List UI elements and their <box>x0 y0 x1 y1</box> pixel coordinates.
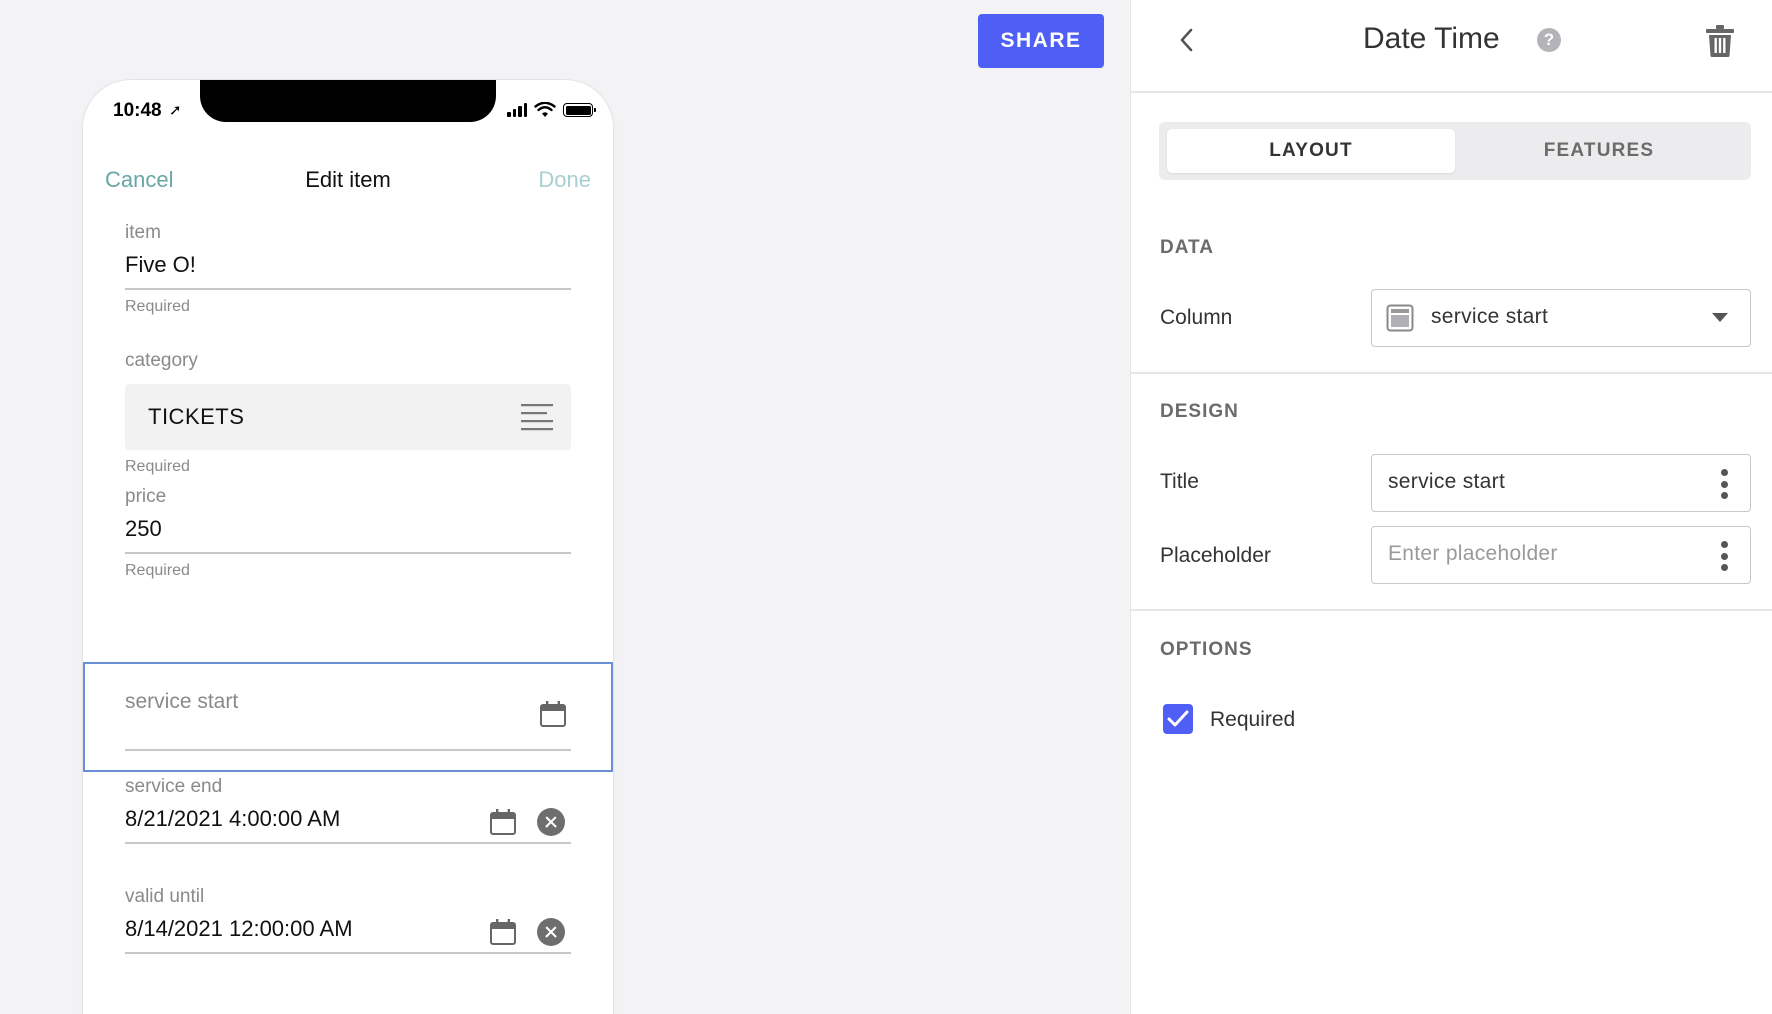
title-input[interactable]: service start <box>1371 454 1751 512</box>
options-section-title: OPTIONS <box>1160 639 1253 660</box>
panel-header: Date Time ? <box>1131 0 1772 93</box>
panel-title: Date Time <box>1363 22 1500 55</box>
category-choice[interactable]: TICKETS <box>125 384 571 450</box>
checkmark-icon <box>1167 710 1189 727</box>
field-underline <box>125 842 571 844</box>
title-label: Title <box>1160 470 1199 493</box>
status-time: 10:48 <box>113 100 162 121</box>
panel-tabs: LAYOUT FEATURES <box>1159 122 1751 180</box>
valid-until-label: valid until <box>125 886 205 907</box>
calendar-icon[interactable] <box>489 918 517 946</box>
cellular-signal-icon <box>507 103 527 117</box>
calendar-icon[interactable] <box>539 700 567 728</box>
service-end-label: service end <box>125 776 223 797</box>
column-label: Column <box>1160 306 1233 329</box>
item-value[interactable]: Five O! <box>125 252 571 278</box>
clear-icon[interactable] <box>537 808 565 836</box>
section-divider <box>1131 372 1772 374</box>
category-value: TICKETS <box>148 404 245 429</box>
chevron-left-icon[interactable] <box>1175 26 1199 54</box>
tab-layout[interactable]: LAYOUT <box>1167 129 1455 173</box>
phone-preview: 10:48 ➚ Edit item Cancel Done item Five … <box>83 80 613 1014</box>
category-field[interactable]: category TICKETS Required <box>125 350 571 476</box>
price-field[interactable]: price 250 Required <box>125 486 571 580</box>
section-divider <box>1131 609 1772 611</box>
category-required-hint: Required <box>125 458 190 475</box>
calendar-icon[interactable] <box>489 808 517 836</box>
price-value[interactable]: 250 <box>125 516 571 542</box>
item-field[interactable]: item Five O! Required <box>125 222 571 316</box>
placeholder-label: Placeholder <box>1160 544 1271 567</box>
required-checkbox[interactable] <box>1163 704 1193 734</box>
item-label: item <box>125 222 161 243</box>
list-icon <box>521 404 553 431</box>
price-label: price <box>125 486 167 507</box>
category-label: category <box>125 350 198 371</box>
phone-notch <box>200 80 496 122</box>
service-end-field[interactable]: service end 8/21/2021 4:00:00 AM <box>125 776 571 844</box>
calendar-icon <box>1386 304 1414 332</box>
trash-icon[interactable] <box>1705 24 1735 58</box>
field-underline <box>125 749 571 751</box>
item-required-hint: Required <box>125 297 190 315</box>
price-required-hint: Required <box>125 561 190 579</box>
done-button[interactable]: Done <box>538 167 591 193</box>
field-underline <box>125 952 571 954</box>
required-label[interactable]: Required <box>1210 708 1295 732</box>
valid-until-field[interactable]: valid until 8/14/2021 12:00:00 AM <box>125 886 571 954</box>
service-start-field[interactable]: service start <box>125 690 571 751</box>
design-section-title: DESIGN <box>1160 401 1239 422</box>
status-icons <box>507 102 596 118</box>
field-underline <box>125 552 571 554</box>
share-button[interactable]: SHARE <box>978 14 1104 68</box>
preview-canvas: SHARE 10:48 ➚ Edit item Cancel Done item… <box>0 0 1130 1014</box>
properties-panel: Date Time ? LAYOUT FEATURES DATA Column … <box>1130 0 1772 1014</box>
tab-features[interactable]: FEATURES <box>1455 129 1743 173</box>
field-underline <box>125 288 571 290</box>
help-icon[interactable]: ? <box>1537 28 1561 52</box>
placeholder-input-hint: Enter placeholder <box>1388 542 1558 565</box>
clear-icon[interactable] <box>537 918 565 946</box>
column-select-value: service start <box>1431 305 1549 328</box>
placeholder-input[interactable]: Enter placeholder <box>1371 526 1751 584</box>
more-options-icon[interactable] <box>1720 541 1728 571</box>
wifi-icon <box>534 102 556 117</box>
column-select[interactable]: service start <box>1371 289 1751 347</box>
location-arrow-icon: ➚ <box>169 102 182 119</box>
title-input-value: service start <box>1388 470 1506 493</box>
data-section-title: DATA <box>1160 237 1214 258</box>
more-options-icon[interactable] <box>1720 469 1728 499</box>
caret-down-icon <box>1712 313 1728 322</box>
service-start-placeholder: service start <box>125 690 239 713</box>
cancel-button[interactable]: Cancel <box>105 167 173 193</box>
battery-icon <box>563 103 596 117</box>
edit-nav-bar: Edit item Cancel Done <box>83 153 613 211</box>
